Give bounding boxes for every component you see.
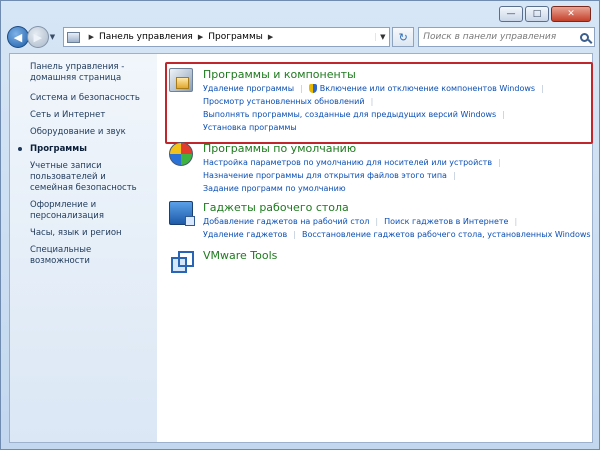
maximize-button[interactable]: □ [525,6,549,22]
group-links: Настройка параметров по умолчанию для но… [203,156,501,195]
main-panel: Программы и компоненты Удаление программ… [157,54,593,442]
group-links: Добавление гаджетов на рабочий стол | По… [203,215,591,241]
chevron-right-icon[interactable]: ▶ [268,33,273,41]
refresh-icon: ↻ [398,30,408,44]
refresh-button[interactable]: ↻ [392,27,415,47]
shield-icon [308,84,317,93]
sidebar-item-system-security[interactable]: Система и безопасность [30,93,148,104]
link-restore-gadgets[interactable]: Восстановление гаджетов рабочего стола, … [302,228,591,241]
content-area: Панель управления - домашняя страница Си… [9,53,593,443]
link-view-updates[interactable]: Просмотр установленных обновлений [203,95,365,108]
link-find-gadgets[interactable]: Поиск гаджетов в Интернете [384,215,508,228]
search-input[interactable] [423,32,576,42]
link-file-association[interactable]: Назначение программы для открытия файлов… [203,169,447,182]
address-history-dropdown[interactable]: ▼ [375,33,389,41]
back-button[interactable]: ◀ [7,26,29,48]
link-add-gadgets[interactable]: Добавление гаджетов на рабочий стол [203,215,369,228]
group-title-default-programs[interactable]: Программы по умолчанию [203,142,356,155]
address-bar[interactable]: ▶ Панель управления ▶ Программы ▶ ▼ [62,27,391,47]
search-box[interactable] [418,27,595,47]
programs-features-icon[interactable] [169,68,193,92]
window-controls: — □ ✕ [499,6,591,22]
search-icon [580,32,590,42]
forward-button[interactable]: ▶ [26,26,49,48]
sidebar-item-appearance[interactable]: Оформление и персонализация [30,200,148,222]
group-title-programs-features[interactable]: Программы и компоненты [203,68,356,81]
breadcrumb-control-panel[interactable]: Панель управления [99,32,193,42]
link-uninstall-program[interactable]: Удаление программы [203,82,294,95]
link-windows-features[interactable]: Включение или отключение компонентов Win… [320,82,535,95]
arrow-left-icon: ◀ [13,30,23,44]
desktop-gadgets-icon[interactable] [169,201,195,226]
chevron-right-icon[interactable]: ▶ [198,33,203,41]
link-uninstall-gadgets[interactable]: Удаление гаджетов [203,228,287,241]
sidebar-item-home[interactable]: Панель управления - домашняя страница [30,62,148,84]
recent-pages-dropdown[interactable]: ▼ [50,33,60,41]
link-install-program[interactable]: Установка программы [203,121,297,134]
chevron-right-icon[interactable]: ▶ [89,33,94,41]
sidebar-item-hardware-sound[interactable]: Оборудование и звук [30,127,148,138]
search-button[interactable] [576,32,594,42]
link-compatibility[interactable]: Выполнять программы, созданные для преды… [203,108,496,121]
close-button[interactable]: ✕ [551,6,591,22]
group-title-desktop-gadgets[interactable]: Гаджеты рабочего стола [203,201,349,214]
sidebar: Панель управления - домашняя страница Си… [10,54,157,442]
breadcrumb-programs[interactable]: Программы [208,32,263,42]
navigation-bar: ◀ ▶ ▼ ▶ Панель управления ▶ Программы ▶ … [7,25,595,49]
link-set-defaults[interactable]: Задание программ по умолчанию [203,182,346,195]
arrow-right-icon: ▶ [33,30,43,44]
window-frame: — □ ✕ ◀ ▶ ▼ ▶ Панель управления ▶ Програ… [0,0,600,450]
sidebar-item-network[interactable]: Сеть и Интернет [30,110,148,121]
sidebar-item-clock-language[interactable]: Часы, язык и регион [30,228,148,239]
sidebar-item-user-accounts[interactable]: Учетные записи пользователей и семейная … [30,161,148,194]
control-panel-icon [66,31,80,43]
group-links: Удаление программы | Включение или отклю… [203,82,544,134]
sidebar-item-accessibility[interactable]: Специальные возможности [30,245,148,267]
minimize-button[interactable]: — [499,6,523,22]
link-autoplay-settings[interactable]: Настройка параметров по умолчанию для но… [203,156,492,169]
vmware-tools-icon[interactable] [169,249,194,273]
group-title-vmware-tools[interactable]: VMware Tools [203,249,277,262]
default-programs-icon[interactable] [169,142,193,166]
sidebar-item-programs[interactable]: Программы [18,144,148,155]
